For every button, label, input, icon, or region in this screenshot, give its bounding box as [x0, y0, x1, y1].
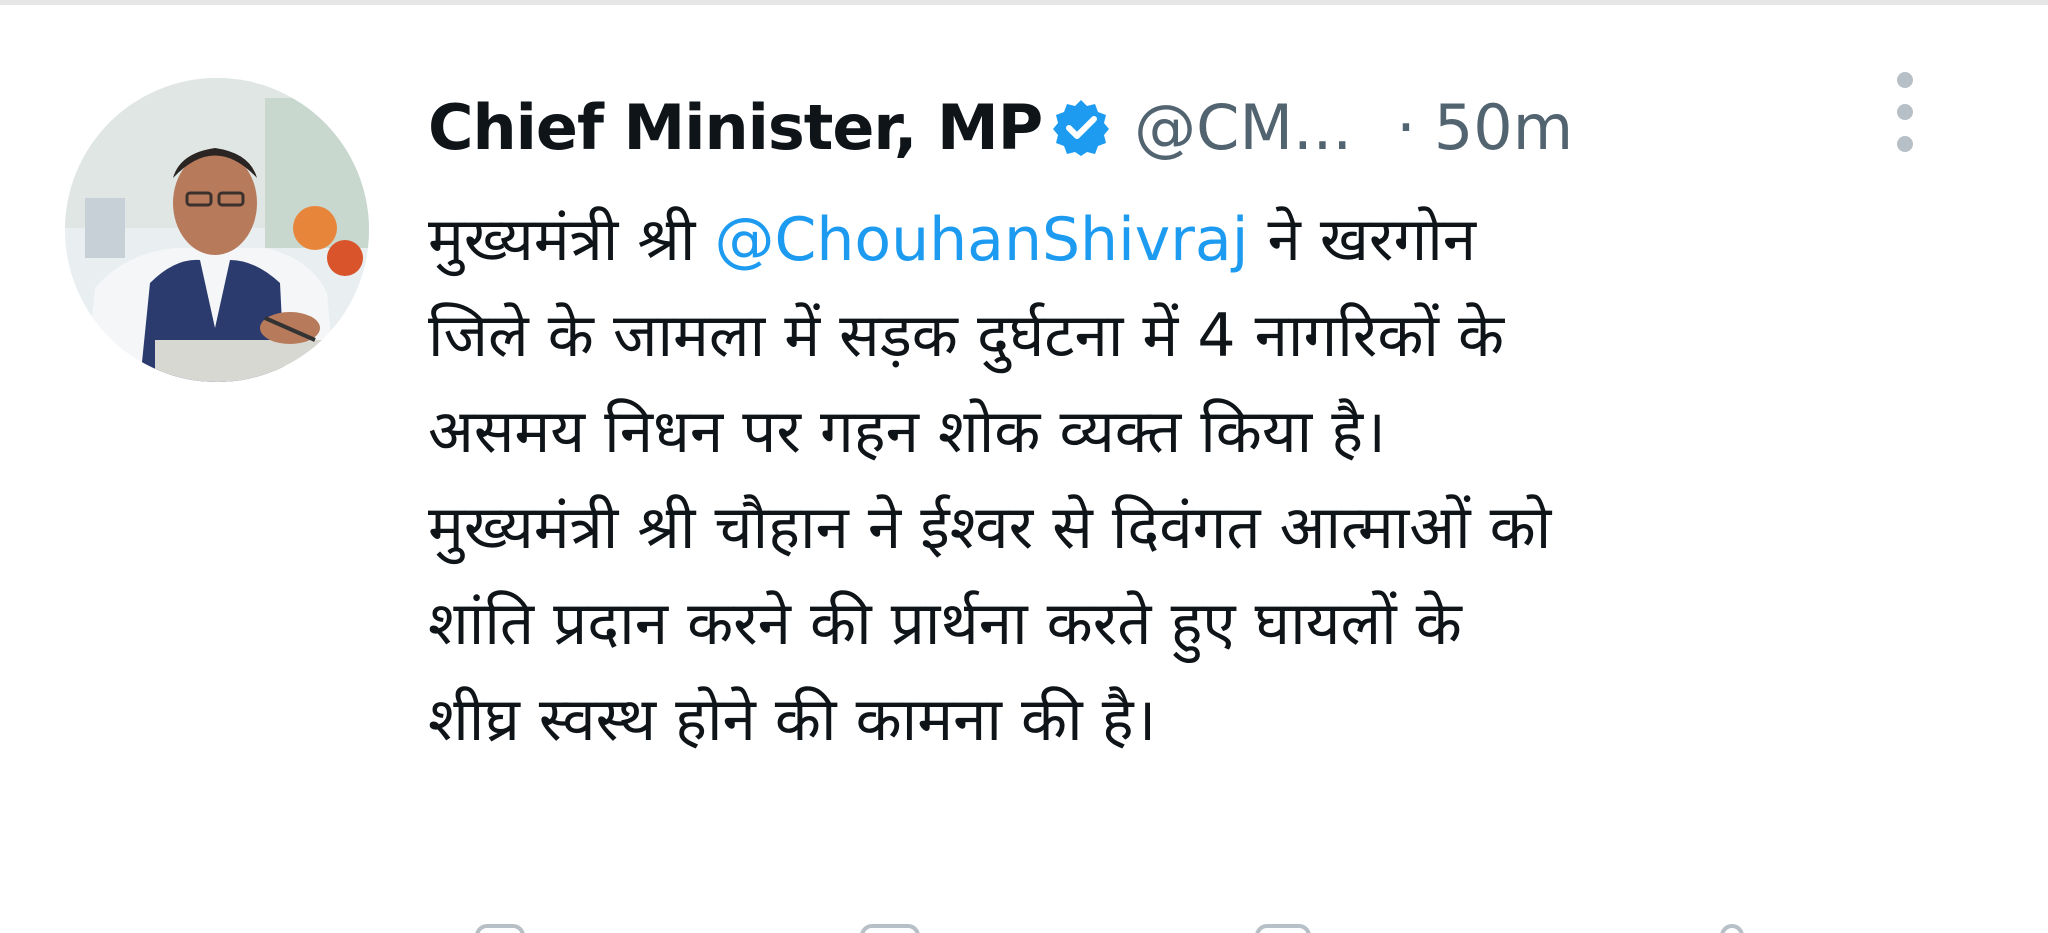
tweet-text-prefix: मुख्यमंत्री श्री — [428, 205, 715, 275]
mention-link[interactable]: @ChouhanShivraj — [714, 205, 1248, 275]
tweet-text-suffix: ने खरगोन — [1248, 205, 1477, 275]
reply-icon[interactable] — [475, 924, 525, 933]
avatar[interactable] — [65, 78, 369, 382]
tweet-line-2: जिले के जामला में सड़क दुर्घटना में 4 ना… — [428, 301, 1505, 371]
tweet-header: Chief Minister, MP @CM... · 50m — [428, 72, 1573, 182]
retweet-icon[interactable] — [860, 924, 920, 933]
more-options-icon[interactable] — [1893, 72, 1917, 152]
like-icon[interactable] — [1255, 924, 1311, 933]
top-divider — [0, 0, 2048, 5]
tweet-line-1: मुख्यमंत्री श्री @ChouhanShivraj ने खरगो… — [428, 192, 2008, 288]
tweet-line-4: मुख्यमंत्री श्री चौहान ने ईश्वर से दिवंग… — [428, 493, 1552, 563]
tweet-line-5: शांति प्रदान करने की प्रार्थना करते हुए … — [428, 589, 1462, 659]
timestamp[interactable]: 50m — [1434, 91, 1573, 164]
display-name[interactable]: Chief Minister, MP — [428, 91, 1043, 164]
handle[interactable]: @CM... — [1134, 91, 1352, 164]
separator-dot: · — [1396, 90, 1416, 164]
avatar-photo — [65, 78, 369, 382]
tweet-line-6: शीघ्र स्वस्थ होने की कामना की है। — [428, 685, 1157, 755]
tweet-body: मुख्यमंत्री श्री @ChouhanShivraj ने खरगो… — [428, 192, 2008, 768]
share-icon[interactable] — [1720, 924, 1744, 933]
tweet-actions-row — [0, 902, 2048, 933]
tweet-line-3: असमय निधन पर गहन शोक व्यक्त किया है। — [428, 397, 1386, 467]
verified-badge-icon — [1052, 98, 1110, 156]
